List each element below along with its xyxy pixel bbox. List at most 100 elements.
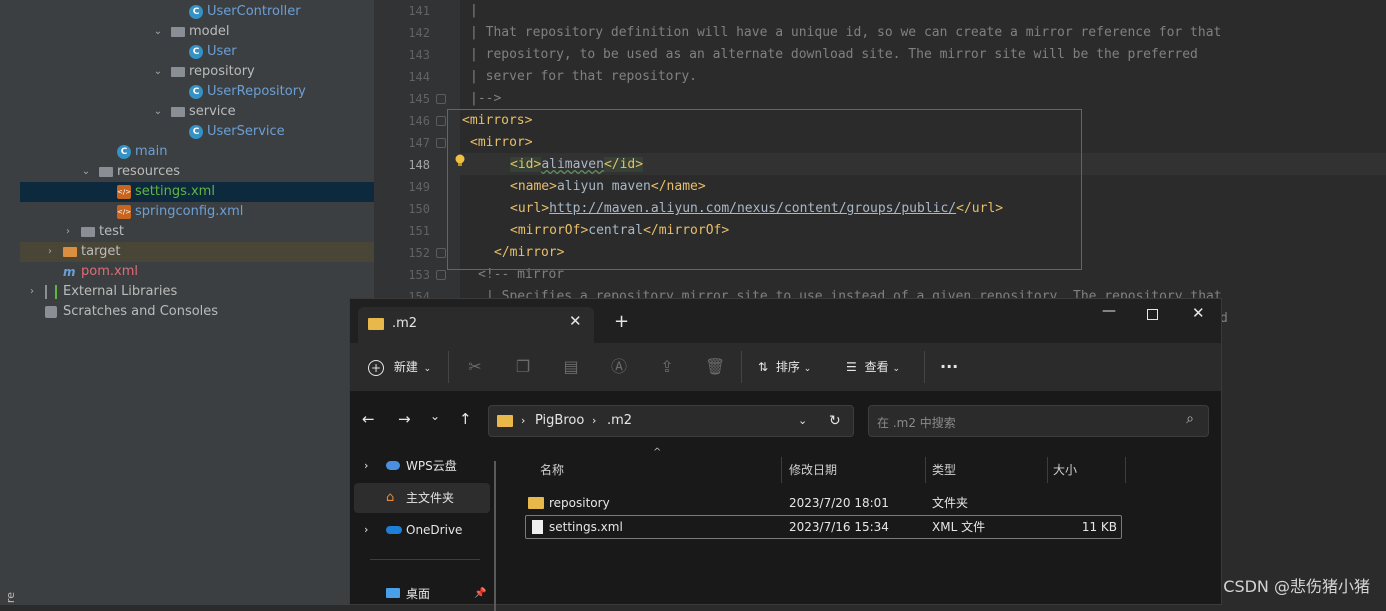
tree-item-userrepository[interactable]: C UserRepository <box>20 82 374 102</box>
folder-icon <box>81 227 95 237</box>
breadcrumb-chevron-icon: › <box>592 414 597 427</box>
chevron-down-icon[interactable]: ⌄ <box>152 102 164 122</box>
line-number: 144 <box>408 70 430 84</box>
fold-marker-icon[interactable] <box>436 94 446 104</box>
tree-item-repository[interactable]: ⌄ repository <box>20 62 374 82</box>
onedrive-icon <box>386 526 402 534</box>
column-separator[interactable] <box>781 457 782 483</box>
tree-item-settings-xml[interactable]: </> settings.xml <box>20 182 374 202</box>
column-separator[interactable] <box>925 457 926 483</box>
more-options-button[interactable]: ··· <box>940 355 958 379</box>
column-separator[interactable] <box>1125 457 1126 483</box>
forward-arrow-icon[interactable]: → <box>398 410 411 428</box>
nav-item-home[interactable]: ⌂ 主文件夹 <box>354 483 490 513</box>
file-explorer-window[interactable]: .m2 ✕ + — ✕ + 新建 ⌄ ✂ ❐ ▤ Ⓐ ⇪ 🗑 ⇅ 排序 ⌄ ☰ … <box>349 298 1222 611</box>
strip-label[interactable]: re <box>4 592 17 603</box>
line-number: 148 <box>408 158 430 172</box>
address-bar-row: ← → ⌄ ↑ › PigBroo › .m2 ⌄ ↻ 在 .m2 中搜索 ⌕ <box>350 391 1221 451</box>
copy-icon[interactable]: ❐ <box>513 357 533 377</box>
xml-icon: </> <box>117 185 131 199</box>
sort-indicator-icon: ^ <box>653 447 662 458</box>
line-number: 141 <box>408 4 430 18</box>
title-bar: .m2 ✕ + — ✕ <box>350 299 1221 343</box>
new-button[interactable]: + 新建 ⌄ <box>368 355 431 379</box>
new-tab-icon[interactable]: + <box>614 311 629 332</box>
chevron-right-icon[interactable]: › <box>44 242 56 262</box>
search-box[interactable]: 在 .m2 中搜索 ⌕ <box>868 405 1209 437</box>
column-header-name[interactable]: 名称 <box>540 457 564 483</box>
search-placeholder: 在 .m2 中搜索 <box>877 416 956 430</box>
paste-icon[interactable]: ▤ <box>561 357 581 377</box>
recent-chevron-icon[interactable]: ⌄ <box>430 409 440 423</box>
line-number: 146 <box>408 114 430 128</box>
chevron-down-icon[interactable]: ⌄ <box>80 162 92 182</box>
tree-item-external-libraries[interactable]: › External Libraries <box>20 282 374 302</box>
column-header-modified[interactable]: 修改日期 <box>789 457 837 483</box>
tree-item-model[interactable]: ⌄ model <box>20 22 374 42</box>
rename-icon[interactable]: Ⓐ <box>609 357 629 377</box>
tree-item-service[interactable]: ⌄ service <box>20 102 374 122</box>
line-number: 142 <box>408 26 430 40</box>
sort-button[interactable]: ⇅ 排序 ⌄ <box>758 355 811 379</box>
fold-marker-icon[interactable] <box>436 138 446 148</box>
navigation-pane: › WPS云盘 ⌂ 主文件夹 › OneDrive 桌面 📌 <box>350 451 498 611</box>
nav-item-wps[interactable]: › WPS云盘 <box>354 451 490 481</box>
close-tab-icon[interactable]: ✕ <box>569 312 582 330</box>
close-window-icon[interactable]: ✕ <box>1192 304 1205 322</box>
column-separator[interactable] <box>1047 457 1048 483</box>
fold-marker-icon[interactable] <box>436 248 446 258</box>
column-header-type[interactable]: 类型 <box>932 457 956 483</box>
address-dropdown-icon[interactable]: ⌄ <box>798 406 807 436</box>
chevron-down-icon: ⌄ <box>803 364 812 374</box>
chevron-right-icon[interactable]: › <box>364 451 368 481</box>
tree-item-springconfig-xml[interactable]: </> springconfig.xml <box>20 202 374 222</box>
lightbulb-icon[interactable] <box>455 154 465 167</box>
tree-item-scratches[interactable]: Scratches and Consoles <box>20 302 374 322</box>
refresh-icon[interactable]: ↻ <box>829 406 841 436</box>
tree-item-userservice[interactable]: C UserService <box>20 122 374 142</box>
tree-item-usercontroller[interactable]: C UserController <box>20 2 374 22</box>
separator <box>924 351 925 383</box>
tree-item-main[interactable]: C main <box>20 142 374 162</box>
cloud-icon <box>386 461 400 470</box>
fold-marker-icon[interactable] <box>436 270 446 280</box>
line-number: 147 <box>408 136 430 150</box>
tree-item-resources[interactable]: ⌄ resources <box>20 162 374 182</box>
line-number: 150 <box>408 202 430 216</box>
fold-marker-icon[interactable] <box>436 116 446 126</box>
breadcrumb-item[interactable]: PigBroo <box>535 406 584 436</box>
nav-item-onedrive[interactable]: › OneDrive <box>354 515 490 545</box>
tab-title: .m2 <box>392 316 418 331</box>
file-row-repository[interactable]: repository 2023/7/20 18:01 文件夹 <box>525 491 1122 515</box>
sort-icon: ⇅ <box>758 360 769 374</box>
chevron-right-icon[interactable]: › <box>364 515 368 545</box>
breadcrumb-item[interactable]: .m2 <box>607 406 632 436</box>
line-number: 152 <box>408 246 430 260</box>
file-row-settings-xml[interactable]: settings.xml 2023/7/16 15:34 XML 文件 11 K… <box>525 515 1122 539</box>
chevron-right-icon[interactable]: › <box>62 222 74 242</box>
nav-scrollbar[interactable] <box>494 461 496 611</box>
tree-item-target[interactable]: › target <box>20 242 374 262</box>
folder-icon <box>99 167 113 177</box>
address-box[interactable]: › PigBroo › .m2 ⌄ ↻ <box>488 405 854 437</box>
back-arrow-icon[interactable]: ← <box>362 410 375 428</box>
tree-item-user[interactable]: C User <box>20 42 374 62</box>
chevron-down-icon[interactable]: ⌄ <box>152 22 164 42</box>
maven-icon: m <box>63 265 76 279</box>
package-icon <box>171 67 185 77</box>
delete-icon[interactable]: 🗑 <box>705 357 725 377</box>
chevron-down-icon[interactable]: ⌄ <box>152 62 164 82</box>
minimize-icon[interactable]: — <box>1102 303 1116 319</box>
tab-m2[interactable]: .m2 ✕ <box>358 307 594 343</box>
up-arrow-icon[interactable]: ↑ <box>459 410 472 428</box>
tree-item-pom-xml[interactable]: m pom.xml <box>20 262 374 282</box>
share-icon[interactable]: ⇪ <box>657 357 677 377</box>
view-button[interactable]: ☰ 查看 ⌄ <box>846 355 900 379</box>
cut-icon[interactable]: ✂ <box>465 357 485 377</box>
column-header-size[interactable]: 大小 <box>1053 457 1077 483</box>
maximize-icon[interactable] <box>1147 309 1158 320</box>
chevron-right-icon[interactable]: › <box>26 282 38 302</box>
tree-item-test[interactable]: › test <box>20 222 374 242</box>
code-line: |--> <box>470 91 502 106</box>
watermark: CSDN @悲伤猪小猪 <box>1223 577 1370 596</box>
